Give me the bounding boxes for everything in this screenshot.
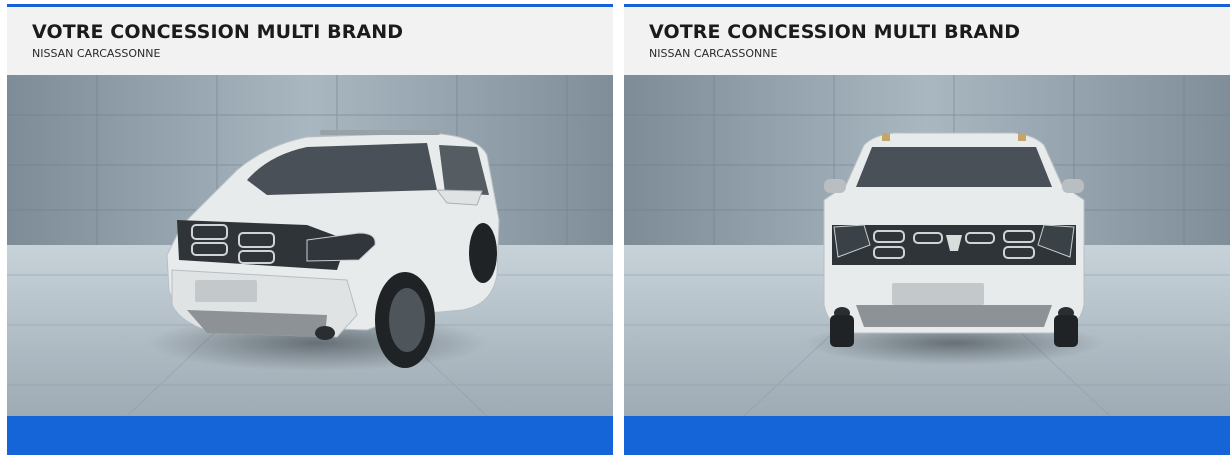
card-header: VOTRE CONCESSION MULTI BRAND NISSAN CARC… (624, 7, 1230, 75)
vehicle-photo-three-quarter[interactable] (7, 75, 613, 416)
car-photo-svg (7, 75, 613, 416)
dealer-title: VOTRE CONCESSION MULTI BRAND (649, 21, 1021, 43)
listing-card-2[interactable]: VOTRE CONCESSION MULTI BRAND NISSAN CARC… (624, 4, 1230, 455)
dealer-title: VOTRE CONCESSION MULTI BRAND (32, 21, 404, 43)
listing-card-1[interactable]: VOTRE CONCESSION MULTI BRAND NISSAN CARC… (7, 4, 613, 455)
dealer-subtitle: NISSAN CARCASSONNE (32, 47, 161, 60)
card-footer-bar (624, 416, 1230, 455)
vehicle-photo-front[interactable] (624, 75, 1230, 416)
card-header: VOTRE CONCESSION MULTI BRAND NISSAN CARC… (7, 7, 613, 75)
dealer-subtitle: NISSAN CARCASSONNE (649, 47, 778, 60)
car-photo-svg (624, 75, 1230, 416)
card-footer-bar (7, 416, 613, 455)
